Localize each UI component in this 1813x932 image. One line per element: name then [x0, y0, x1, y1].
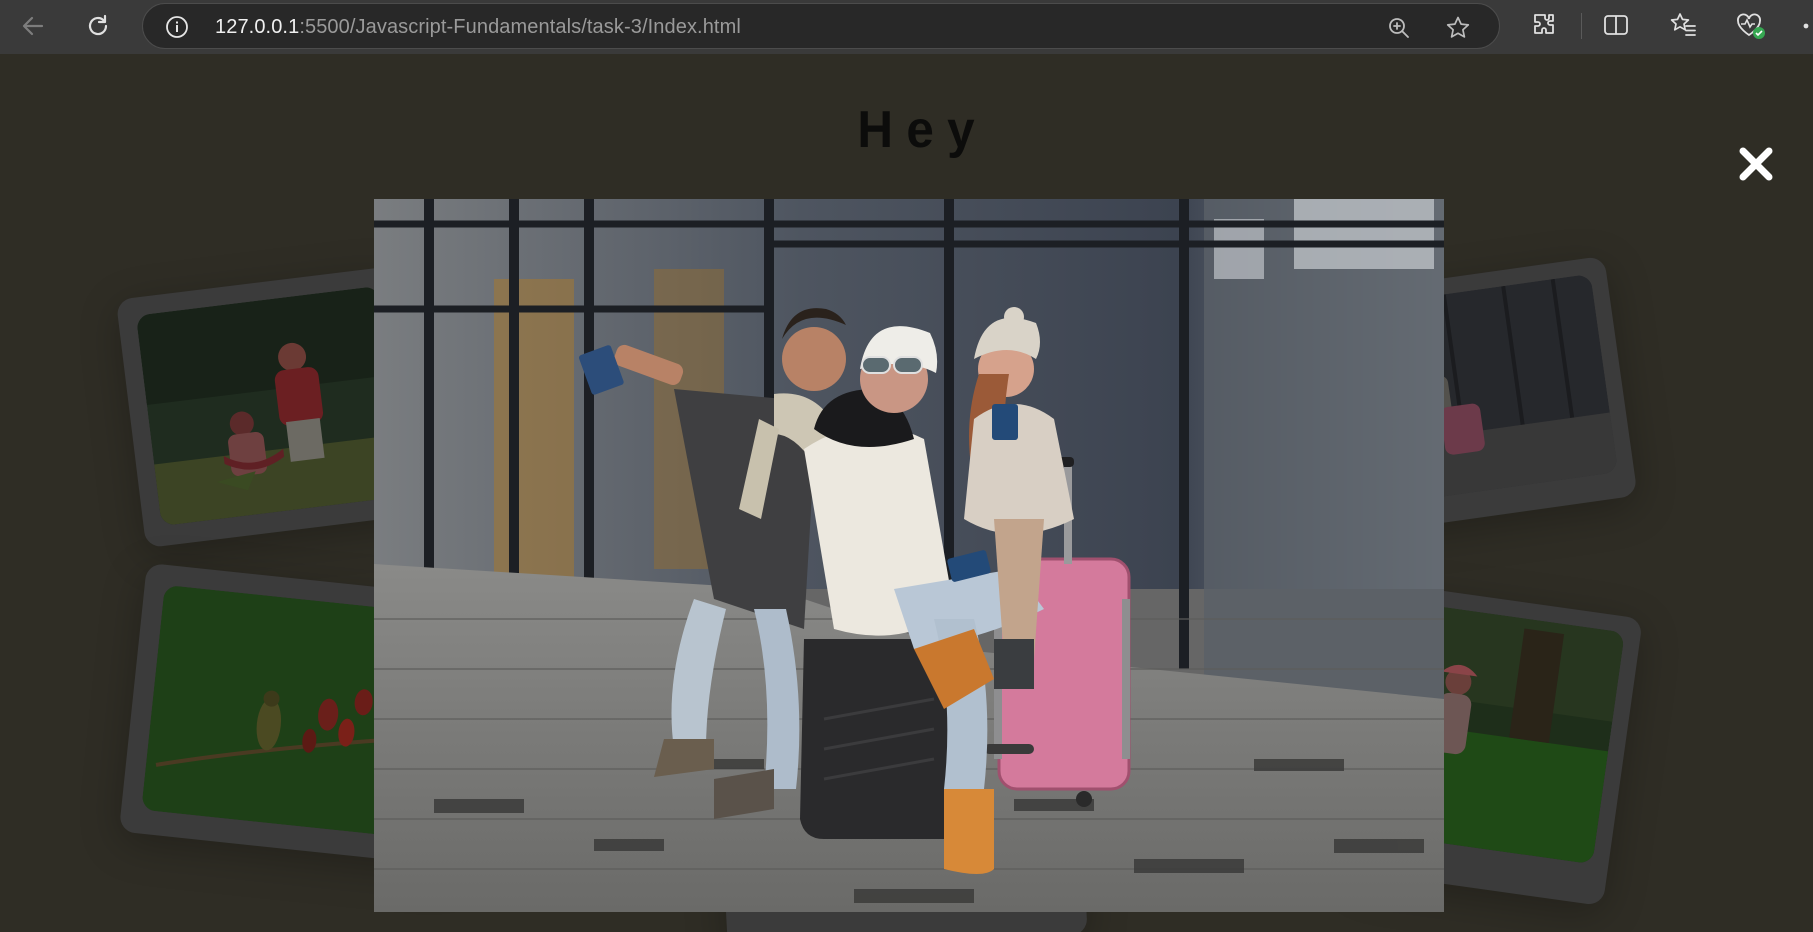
favorites-icon[interactable] — [1669, 11, 1697, 39]
favorite-star-icon[interactable] — [1445, 15, 1471, 41]
close-modal-button[interactable] — [1734, 142, 1778, 186]
extensions-icon[interactable] — [1530, 11, 1558, 39]
site-info-icon[interactable] — [165, 15, 189, 39]
url-path: :5500/Javascript-Fundamentals/task-3/Ind… — [299, 16, 741, 38]
split-screen-icon[interactable] — [1602, 11, 1630, 39]
back-icon — [22, 16, 44, 36]
close-icon — [1739, 147, 1773, 181]
refresh-icon — [88, 14, 108, 36]
address-bar[interactable]: 127.0.0.1:5500/Javascript-Fundamentals/t… — [142, 3, 1500, 49]
modal-enlarged-image — [374, 199, 1444, 912]
url-host: 127.0.0.1 — [215, 16, 300, 38]
page-heading: Hey — [857, 101, 988, 159]
refresh-button[interactable] — [80, 8, 116, 44]
browser-toolbar: 127.0.0.1:5500/Javascript-Fundamentals/t… — [0, 0, 1813, 54]
zoom-icon[interactable] — [1387, 16, 1411, 40]
back-button[interactable] — [15, 8, 51, 44]
toolbar-divider — [1581, 13, 1582, 39]
browser-essentials-icon[interactable] — [1735, 11, 1767, 41]
more-options-icon[interactable] — [1800, 16, 1813, 36]
gallery-image-kids[interactable] — [135, 285, 404, 527]
gallery-page: Hey — [0, 54, 1813, 932]
url-text[interactable]: 127.0.0.1:5500/Javascript-Fundamentals/t… — [215, 16, 741, 39]
